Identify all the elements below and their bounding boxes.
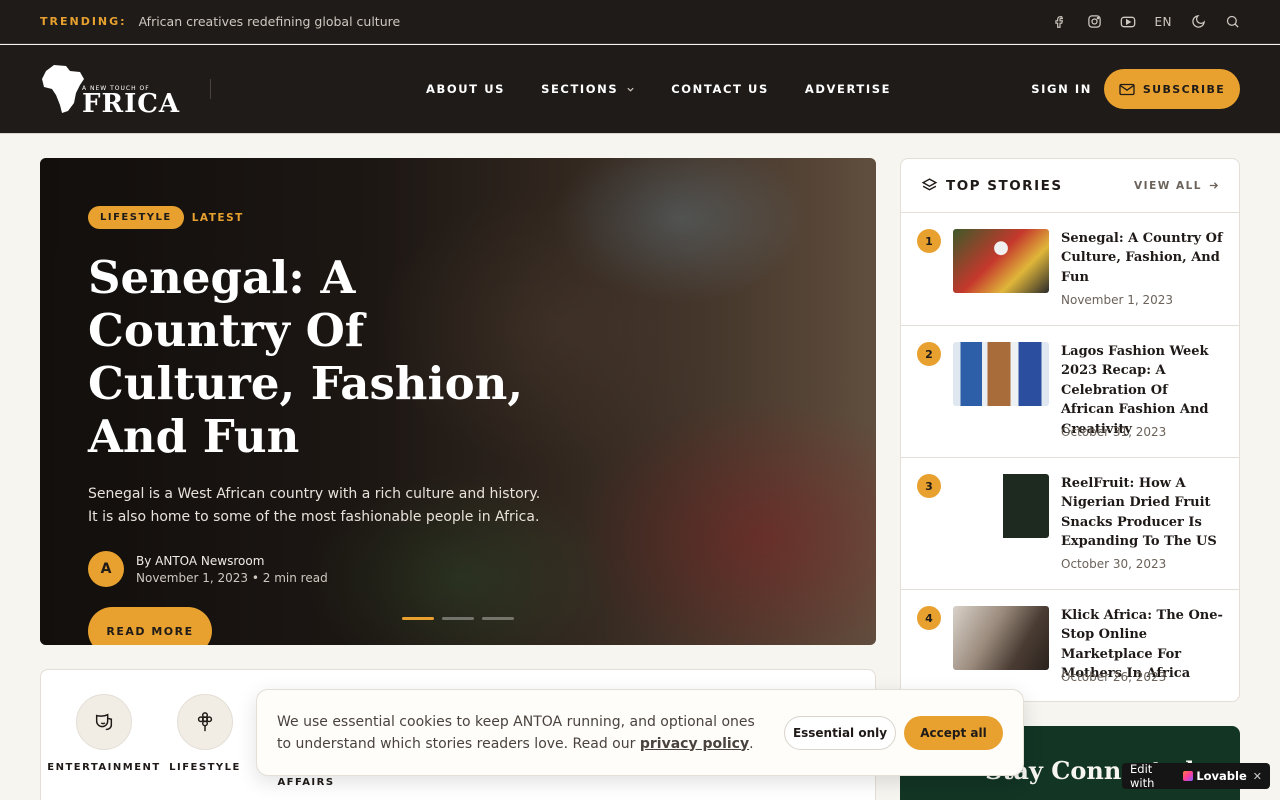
hero-content: LIFESTYLE LATEST Senegal: A Country Of C… (88, 206, 568, 645)
nav-label: CONTACT US (671, 82, 769, 96)
hero-byline: A By ANTOA Newsroom November 1, 2023 • 2… (88, 551, 568, 587)
story-thumbnail[interactable] (953, 606, 1049, 670)
close-icon[interactable]: ✕ (1253, 770, 1262, 783)
youtube-icon[interactable] (1120, 14, 1136, 30)
subscribe-button[interactable]: SUBSCRIBE (1104, 69, 1240, 109)
top-story-item[interactable]: 1 Senegal: A Country Of Culture, Fashion… (901, 213, 1239, 326)
africa-map-icon (42, 65, 84, 113)
slide-indicators (402, 617, 514, 620)
sign-in-link[interactable]: SIGN IN (1031, 82, 1092, 96)
layers-icon (921, 178, 938, 191)
hero-description: Senegal is a West African country with a… (88, 486, 541, 525)
cookie-message: We use essential cookies to keep ANTOA r… (277, 711, 757, 755)
badge-edit-text: Edit with (1130, 762, 1155, 790)
nav-label: ABOUT US (426, 82, 506, 96)
view-all-link[interactable]: VIEW ALL (1134, 180, 1219, 192)
site-logo[interactable]: A NEW TOUCH OF FRICA (40, 59, 180, 119)
search-icon[interactable] (1224, 14, 1240, 30)
site-header: A NEW TOUCH OF FRICA ABOUT US SECTIONS C… (0, 45, 1280, 134)
category-icon-circle (177, 694, 233, 750)
story-rank: 4 (917, 606, 941, 630)
theater-mask-icon (95, 713, 113, 731)
logo-divider (210, 79, 211, 99)
hero-tags: LIFESTYLE LATEST (88, 206, 568, 229)
cookie-banner: We use essential cookies to keep ANTOA r… (256, 689, 1024, 776)
category-icon-circle (76, 694, 132, 750)
publish-date: November 1, 2023 (136, 570, 249, 585)
facebook-icon[interactable] (1052, 14, 1068, 30)
cookie-actions: Essential only Accept all (784, 715, 1003, 750)
trending-headline[interactable]: African creatives redefining global cult… (139, 14, 401, 29)
top-stories-panel: TOP STORIES VIEW ALL 1 Senegal: A Countr… (900, 158, 1240, 702)
story-rank: 3 (917, 474, 941, 498)
brand-name: Lovable (1196, 769, 1247, 783)
top-story-item[interactable]: 3 ReelFruit: How A Nigerian Dried Fruit … (901, 458, 1239, 590)
top-stories-header: TOP STORIES VIEW ALL (901, 159, 1239, 213)
nav-label: SECTIONS (541, 82, 619, 96)
read-time: 2 min read (262, 570, 328, 585)
category-label: ENTERTAINMENT (47, 762, 161, 773)
instagram-icon[interactable] (1086, 14, 1102, 30)
meta-separator: • (251, 570, 263, 585)
slide-dot[interactable] (402, 617, 434, 620)
story-date: October 31, 2023 (1061, 425, 1167, 439)
language-selector[interactable]: EN (1154, 15, 1172, 29)
cookie-text-end: . (749, 735, 754, 752)
accept-all-button[interactable]: Accept all (904, 715, 1003, 750)
category-lifestyle[interactable]: LIFESTYLE (150, 694, 260, 773)
nav-contact-us[interactable]: CONTACT US (671, 82, 769, 96)
lovable-logo-icon (1183, 771, 1194, 781)
story-title[interactable]: Senegal: A Country Of Culture, Fashion, … (1061, 229, 1225, 287)
slide-dot[interactable] (442, 617, 474, 620)
main-nav: ABOUT US SECTIONS CONTACT US ADVERTISE (426, 82, 891, 96)
byline-meta: November 1, 2023 • 2 min read (136, 571, 328, 585)
story-thumbnail[interactable] (953, 342, 1049, 406)
lovable-brand: Lovable (1183, 769, 1247, 783)
story-title[interactable]: ReelFruit: How A Nigerian Dried Fruit Sn… (1061, 474, 1225, 552)
top-stories-title: TOP STORIES (946, 177, 1063, 194)
hero-title[interactable]: Senegal: A Country Of Culture, Fashion, … (88, 251, 558, 463)
slide-dot[interactable] (482, 617, 514, 620)
story-rank: 2 (917, 342, 941, 366)
top-story-item[interactable]: 2 Lagos Fashion Week 2023 Recap: A Celeb… (901, 326, 1239, 458)
story-thumbnail[interactable] (953, 474, 1049, 538)
latest-tag: LATEST (191, 211, 244, 224)
story-date: October 30, 2023 (1061, 557, 1167, 571)
story-rank: 1 (917, 229, 941, 253)
author-name[interactable]: By ANTOA Newsroom (136, 554, 328, 568)
privacy-policy-link[interactable]: privacy policy (640, 736, 749, 752)
edit-with-lovable-badge[interactable]: Edit with Lovable ✕ (1122, 762, 1270, 790)
story-thumbnail[interactable] (953, 229, 1049, 293)
category-tag[interactable]: LIFESTYLE (88, 206, 184, 229)
category-label: AFFAIRS (277, 777, 335, 788)
top-story-item[interactable]: 4 Klick Africa: The One-Stop Online Mark… (901, 590, 1239, 701)
flower-icon (197, 712, 213, 732)
category-entertainment[interactable]: ENTERTAINMENT (47, 694, 161, 773)
story-date: October 26, 2023 (1061, 670, 1167, 684)
top-utilities: EN (1052, 14, 1240, 30)
view-all-label: VIEW ALL (1134, 179, 1202, 192)
mail-icon (1119, 83, 1135, 95)
logo-wordmark: FRICA (82, 89, 181, 119)
author-avatar: A (88, 551, 124, 587)
nav-advertise[interactable]: ADVERTISE (805, 82, 891, 96)
story-date: November 1, 2023 (1061, 293, 1174, 307)
arrow-right-icon (1209, 182, 1219, 189)
byline-text: By ANTOA Newsroom November 1, 2023 • 2 m… (136, 554, 328, 585)
category-label: LIFESTYLE (169, 762, 241, 773)
read-more-button[interactable]: READ MORE (88, 607, 212, 645)
chevron-down-icon (627, 87, 634, 92)
hero-featured-story[interactable]: LIFESTYLE LATEST Senegal: A Country Of C… (40, 158, 876, 645)
trending-bar: TRENDING: African creatives redefining g… (0, 0, 1280, 44)
nav-label: ADVERTISE (804, 82, 892, 96)
nav-sections[interactable]: SECTIONS (541, 82, 635, 96)
nav-about-us[interactable]: ABOUT US (426, 82, 505, 96)
trending-label: TRENDING: (40, 15, 127, 28)
dark-mode-icon[interactable] (1190, 14, 1206, 30)
essential-only-button[interactable]: Essential only (784, 715, 896, 750)
subscribe-label: SUBSCRIBE (1142, 82, 1226, 96)
